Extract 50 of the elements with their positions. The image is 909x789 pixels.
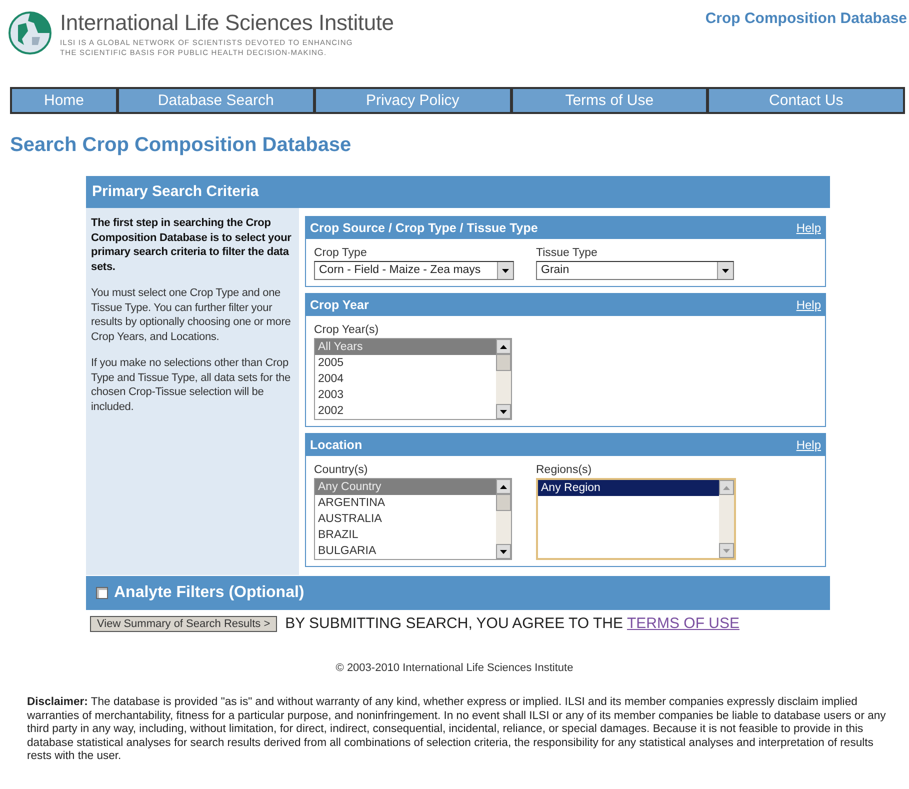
dropdown[interactable]: Corn - Field - Maize - Zea mays: [314, 261, 514, 280]
scroll-down-arrow-icon: [723, 548, 730, 552]
view-summary-button[interactable]: View Summary of Search Results >: [90, 616, 278, 632]
list-option[interactable]: BULGARIA: [315, 543, 496, 559]
field-label: Tissue Type: [536, 247, 598, 259]
scrollbar[interactable]: [496, 339, 511, 419]
section-title: Location: [310, 437, 362, 454]
list-option[interactable]: BRAZIL: [315, 527, 496, 543]
globe-logo-icon: [8, 11, 52, 55]
section-title: Crop Year: [310, 297, 369, 314]
list-option[interactable]: 2003: [315, 387, 496, 403]
site-title: Crop Composition Database: [705, 10, 907, 29]
instruction-text: You must select one Crop Type and one Tissue Type. You can further filter your results by optionally choosing one or more Crop Years, and Locations.: [91, 286, 292, 344]
scrollbar-thumb[interactable]: [496, 494, 511, 511]
dropdown-arrow-icon: [722, 268, 729, 272]
scroll-up-arrow-icon: [723, 486, 730, 490]
list-option[interactable]: ARGENTINA: [315, 495, 496, 511]
list-option[interactable]: Any Region: [538, 480, 719, 496]
list-box[interactable]: All Years 2005 2004 2003 2002: [314, 338, 512, 420]
terms-of-use-link[interactable]: TERMS OF USE: [626, 615, 740, 632]
scrollbar[interactable]: [496, 479, 511, 559]
copyright-text: © 2003-2010 International Life Sciences Institute: [334, 662, 574, 674]
scroll-up-arrow-icon: [500, 484, 507, 488]
scroll-down-arrow-icon: [500, 410, 507, 414]
list-option[interactable]: 2004: [315, 371, 496, 387]
section-title: Crop Source / Crop Type / Tissue Type: [310, 220, 538, 237]
checkbox-label: Analyte Filters (Optional): [114, 584, 304, 602]
list-option[interactable]: 2002: [315, 403, 496, 419]
organization-name: International Life Sciences Institute: [60, 10, 394, 36]
list-option[interactable]: 2005: [315, 355, 496, 371]
scroll-down-arrow-icon: [500, 550, 507, 554]
page-title: Search Crop Composition Database: [10, 134, 352, 157]
panel-title: Primary Search Criteria: [86, 176, 830, 208]
field-label: Crop Type: [314, 247, 368, 259]
dropdown[interactable]: Grain: [536, 261, 734, 280]
instruction-text: The first step in searching the Crop Composition Database is to select your primary search criteria to filter the data sets.: [91, 216, 292, 274]
list-option[interactable]: AUSTRALIA: [315, 511, 496, 527]
scroll-up-arrow-icon: [500, 344, 507, 348]
disclaimer-text: Disclaimer: The database is provided "as is" and without warranty of any kind, whether express or implied. ILSI and its member companies expressly disclaim implied warranties of merchantability, fitness for a particular purpose, and noninfringement. In no event shall ILSI or any of its member companies be liable to database users or any third party in any way, including, without limitation, for direct, indirect, consequential, incidental, reliance, or special damages. Because it is not feasible to provide in this database statistical analyses for search results derived from all combinations of selection criteria, the responsibility for any statistical analyses and interpretation of results rests with the user.: [27, 696, 887, 764]
dropdown-arrow-icon: [502, 268, 509, 272]
field-label: Regions(s): [536, 464, 593, 476]
list-box[interactable]: Any Region: [536, 478, 736, 560]
instruction-text: If you make no selections other than Crop Type and Tissue Type, all data sets for the chosen Crop-Tissue selection will be included.: [91, 356, 292, 414]
field-label: Crop Year(s): [314, 324, 380, 336]
list-box[interactable]: Any Country ARGENTINA AUSTRALIA BRAZIL BULGARIA: [314, 478, 512, 560]
checkbox[interactable]: [96, 587, 108, 599]
scrollbar[interactable]: [719, 480, 734, 558]
agreement-text: BY SUBMITTING SEARCH, YOU AGREE TO THE: [285, 615, 623, 632]
scrollbar-thumb[interactable]: [496, 354, 511, 371]
field-label: Country(s): [314, 464, 369, 476]
